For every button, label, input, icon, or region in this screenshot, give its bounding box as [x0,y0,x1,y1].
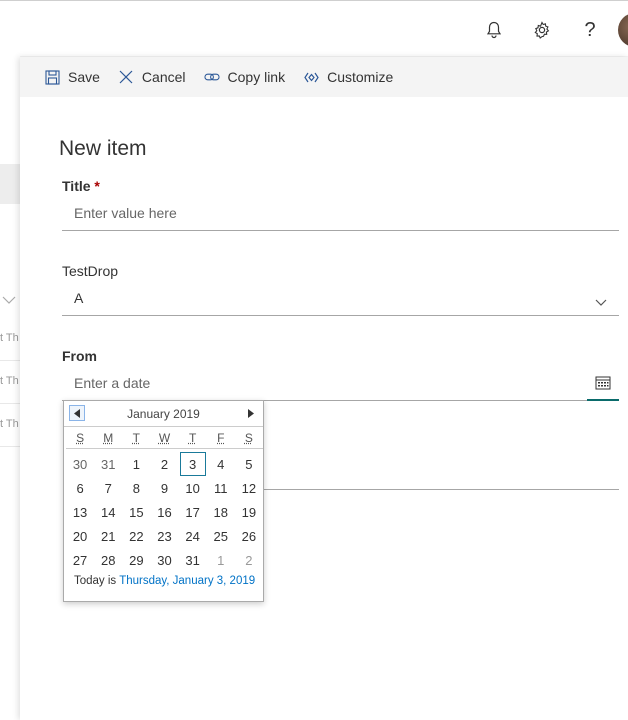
title-input[interactable]: Enter value here [62,199,619,231]
weekday-label: M [94,431,122,448]
calendar-day[interactable]: 15 [122,500,150,524]
calendar-day[interactable]: 29 [122,548,150,572]
weekday-label: T [179,431,207,448]
chevron-down-icon [595,294,607,310]
calendar-day[interactable]: 20 [66,524,94,548]
title-label-text: Title [62,178,91,194]
calendar-day[interactable]: 23 [150,524,178,548]
calendar-icon [595,375,611,393]
calendar-day[interactable]: 25 [207,524,235,548]
calendar-day[interactable]: 5 [235,452,263,476]
calendar-day[interactable]: 31 [179,548,207,572]
date-picker-calendar: January 2019 S M T W T F S 30 31 1 2 3 4 5 6 7 8 9… [63,400,264,602]
calendar-day[interactable]: 13 [66,500,94,524]
background-list-page: t Th t Th t Th [0,56,20,720]
testdrop-value: A [74,290,83,306]
required-mark: * [94,178,99,194]
calendar-day[interactable]: 10 [179,476,207,500]
from-field-label: From [62,348,97,364]
calendar-month-label: January 2019 [127,407,200,421]
list-item-text: t Th [0,332,19,344]
calendar-day[interactable]: 31 [94,452,122,476]
help-icon[interactable]: ? [575,15,605,45]
calendar-day[interactable]: 2 [235,548,263,572]
from-date-input[interactable]: Enter a date [62,369,619,401]
list-item-text: t Th [0,375,19,387]
avatar[interactable] [618,13,628,47]
help-label: ? [584,19,595,42]
customize-label: Customize [327,69,393,85]
cancel-button[interactable]: Cancel [118,57,186,97]
calendar-header: January 2019 [64,401,263,427]
calendar-day[interactable]: 28 [94,548,122,572]
chevron-down-icon [2,292,18,304]
weekday-label: S [235,431,263,448]
calendar-day[interactable]: 4 [207,452,235,476]
calendar-day[interactable]: 30 [150,548,178,572]
save-label: Save [68,69,100,85]
calendar-day[interactable]: 14 [94,500,122,524]
testdrop-dropdown[interactable]: A [62,284,619,316]
calendar-day[interactable]: 26 [235,524,263,548]
background-band [0,164,20,204]
calendar-day[interactable]: 21 [94,524,122,548]
weekday-label: F [207,431,235,448]
calendar-day[interactable]: 1 [207,548,235,572]
calendar-day[interactable]: 19 [235,500,263,524]
calendar-day[interactable]: 8 [122,476,150,500]
customize-button[interactable]: Customize [303,57,393,97]
list-item[interactable]: t Th [0,361,20,404]
calendar-button[interactable] [587,369,619,401]
save-icon [44,69,60,85]
calendar-day[interactable]: 17 [179,500,207,524]
gear-icon[interactable] [527,15,557,45]
cancel-label: Cancel [142,69,186,85]
copy-link-button[interactable]: Copy link [204,57,286,97]
calendar-day[interactable]: 11 [207,476,235,500]
today-prefix: Today is [74,575,116,587]
calendar-day[interactable]: 18 [207,500,235,524]
calendar-day[interactable]: 24 [179,524,207,548]
link-icon [204,69,220,85]
copy-link-label: Copy link [228,69,286,85]
calendar-day[interactable]: 9 [150,476,178,500]
calendar-day[interactable]: 22 [122,524,150,548]
calendar-day-grid: 30 31 1 2 3 4 5 6 7 8 9 10 11 12 13 14 15 16 17 18 19 20 21 22 2… [66,452,263,572]
close-icon [118,69,134,85]
title-placeholder: Enter value here [74,205,177,221]
prev-month-button[interactable] [69,405,85,421]
customize-icon [303,69,319,85]
from-placeholder: Enter a date [74,375,150,391]
calendar-day[interactable]: 16 [150,500,178,524]
save-button[interactable]: Save [44,57,100,97]
bell-icon[interactable] [479,15,509,45]
weekday-label: W [150,431,178,448]
weekday-header: S M T W T F S [66,431,263,449]
calendar-day[interactable]: 1 [122,452,150,476]
calendar-day[interactable]: 12 [235,476,263,500]
calendar-day[interactable]: 2 [150,452,178,476]
testdrop-field-label: TestDrop [62,263,118,279]
top-header: ? [0,0,628,56]
weekday-label: S [66,431,94,448]
today-text: Today is Thursday, January 3, 2019 [74,575,255,587]
calendar-day[interactable]: 30 [66,452,94,476]
title-field-label: Title * [62,178,100,194]
list-item-text: t Th [0,418,19,430]
today-link[interactable]: Thursday, January 3, 2019 [119,575,255,587]
weekday-label: T [122,431,150,448]
field-underline [264,489,619,490]
next-month-button[interactable] [245,406,257,420]
list-item[interactable]: t Th [0,404,20,447]
calendar-day[interactable]: 27 [66,548,94,572]
page-title: New item [59,137,147,161]
new-item-panel: Save Cancel Copy link Customize New item… [20,57,628,720]
command-bar: Save Cancel Copy link Customize [20,57,628,97]
list-item[interactable]: t Th [0,318,20,361]
calendar-day[interactable]: 7 [94,476,122,500]
calendar-day[interactable]: 3 [180,452,206,476]
calendar-day[interactable]: 6 [66,476,94,500]
